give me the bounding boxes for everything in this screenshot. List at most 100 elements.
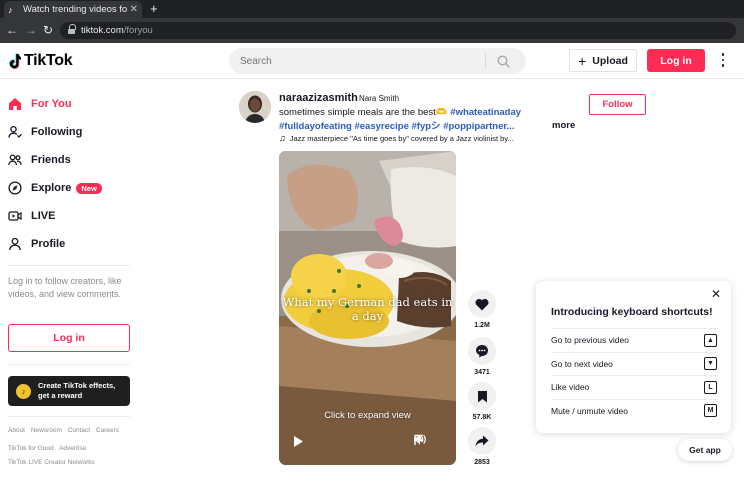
search-button[interactable] [486, 48, 520, 74]
sidebar-item-following[interactable]: Following [8, 122, 82, 142]
footer-link[interactable]: Newsroom [31, 427, 62, 434]
search-bar [229, 48, 526, 74]
tab-close-icon[interactable]: ✕ [130, 4, 138, 15]
shortcut-label: Like video [551, 382, 590, 393]
comment-action[interactable]: 3471 [468, 337, 496, 376]
footer-link[interactable]: Contact [68, 427, 90, 434]
shortcut-row: Like video L [551, 375, 717, 399]
down-key-icon: ▼ [704, 357, 717, 371]
like-action[interactable]: 1.2M [468, 290, 496, 329]
plus-icon: + [578, 52, 587, 69]
lock-icon [68, 23, 76, 35]
footer-link[interactable]: Careers [96, 427, 119, 434]
footer-link[interactable]: TikTok LIVE Creator Networks [8, 459, 95, 466]
up-key-icon: ▲ [704, 333, 717, 347]
save-count: 57.8K [472, 414, 492, 421]
bookmark-icon[interactable] [468, 382, 496, 410]
tiktok-favicon-icon: ♪ [8, 4, 13, 15]
more-button[interactable]: more [552, 120, 575, 131]
music-link[interactable]: ♫ Jazz masterpiece "As time goes by" cov… [279, 133, 514, 143]
comment-icon[interactable] [468, 337, 496, 365]
get-app-button[interactable]: Get app [678, 439, 732, 461]
new-tab-button[interactable]: + [150, 1, 158, 17]
forward-arrow-icon[interactable]: → [25, 23, 37, 37]
sidebar-item-label: Explore [31, 182, 72, 194]
footer-link[interactable]: About [8, 427, 25, 434]
reload-icon[interactable]: ↻ [43, 23, 53, 37]
browser-tab[interactable]: ♪ Watch trending videos fo ✕ [4, 1, 142, 18]
live-icon [8, 209, 22, 223]
m-key-icon: M [704, 404, 717, 418]
hashtag-link[interactable]: #whateatinaday [450, 107, 521, 118]
sidebar: For You Following Friends Explore New LI… [0, 79, 150, 478]
music-title: Jazz masterpiece "As time goes by" cover… [289, 133, 514, 143]
back-arrow-icon[interactable]: ← [6, 23, 18, 37]
sidebar-item-label: For You [31, 98, 72, 110]
footer-link[interactable]: Advertise [59, 445, 86, 452]
sidebar-login-button[interactable]: Log in [8, 324, 130, 352]
browser-address-bar: ← → ↻ tiktok.com/foryou [0, 18, 744, 43]
shortcut-label: Go to next video [551, 358, 613, 369]
site-header: TikTok + Upload Log in [0, 43, 744, 79]
shortcut-label: Mute / unmute video [551, 405, 629, 416]
sidebar-divider [8, 364, 130, 365]
save-action[interactable]: 57.8K [468, 382, 496, 421]
shortcuts-title: Introducing keyboard shortcuts! [551, 306, 713, 318]
share-count: 2853 [474, 459, 490, 466]
upload-button[interactable]: + Upload [569, 49, 637, 72]
close-icon[interactable]: ✕ [711, 287, 721, 301]
sidebar-item-explore[interactable]: Explore New [8, 178, 102, 198]
video-caption-overlay: What my German dad eats in a day [282, 295, 453, 323]
url-text: tiktok.com/foryou [81, 25, 153, 36]
sidebar-item-label: Profile [31, 238, 66, 250]
profile-icon [8, 237, 22, 251]
shortcut-row: Go to previous video ▲ [551, 328, 717, 352]
keyboard-shortcuts-popup: ✕ Introducing keyboard shortcuts! Go to … [536, 281, 731, 433]
footer-links-row: TikTok LIVE Creator Networks [8, 459, 99, 466]
description-text: sometimes simple meals are the best🫶 [279, 107, 448, 118]
post-description: sometimes simple meals are the best🫶 #wh… [279, 106, 549, 133]
search-input[interactable] [240, 55, 485, 67]
more-menu-icon[interactable] [718, 52, 728, 68]
follow-button[interactable]: Follow [589, 94, 646, 115]
new-badge: New [76, 182, 102, 194]
volume-icon[interactable] [413, 434, 426, 445]
url-field[interactable]: tiktok.com/foryou [60, 22, 736, 39]
friends-icon [8, 153, 22, 167]
expand-view-hint[interactable]: Click to expand view [279, 410, 456, 422]
sidebar-item-for-you[interactable]: For You [8, 94, 72, 114]
effects-banner-text: Create TikTok effects, get a reward [38, 381, 116, 400]
footer-link[interactable]: TikTok for Good [8, 445, 54, 452]
following-icon [8, 125, 22, 139]
share-icon[interactable] [468, 427, 496, 455]
creator-username[interactable]: naraazizasmith [279, 92, 358, 104]
coin-icon: ♪ [16, 383, 31, 399]
tiktok-note-icon [8, 53, 21, 69]
l-key-icon: L [704, 380, 717, 394]
heart-icon[interactable] [468, 290, 496, 318]
creator-nickname: Nara Smith [359, 94, 400, 103]
share-action[interactable]: 2853 [468, 427, 496, 466]
shortcut-row: Mute / unmute video M [551, 398, 717, 423]
sidebar-item-label: LIVE [31, 210, 56, 222]
footer-links-row: TikTok for Good Advertise [8, 445, 90, 452]
creator-avatar[interactable] [239, 91, 271, 123]
sidebar-item-live[interactable]: LIVE [8, 206, 55, 226]
create-effects-banner[interactable]: ♪ Create TikTok effects, get a reward [8, 376, 130, 406]
shortcut-row: Go to next video ▼ [551, 351, 717, 376]
header-login-button[interactable]: Log in [647, 49, 705, 72]
hashtag-links[interactable]: #fulldayofeating #easyrecipe #fypシ #popp… [279, 121, 514, 132]
home-icon [8, 97, 22, 111]
music-note-icon: ♫ [279, 133, 286, 143]
compass-icon [8, 181, 22, 195]
sidebar-divider [8, 416, 130, 417]
tiktok-logo[interactable]: TikTok [8, 52, 73, 70]
search-icon [496, 54, 510, 68]
like-count: 1.2M [474, 322, 490, 329]
sidebar-item-label: Following [31, 126, 83, 138]
sidebar-item-friends[interactable]: Friends [8, 150, 71, 170]
video-player[interactable]: What my German dad eats in a day Click t… [279, 151, 456, 465]
logo-text: TikTok [24, 52, 73, 69]
shortcut-label: Go to previous video [551, 335, 629, 346]
sidebar-item-profile[interactable]: Profile [8, 234, 65, 254]
